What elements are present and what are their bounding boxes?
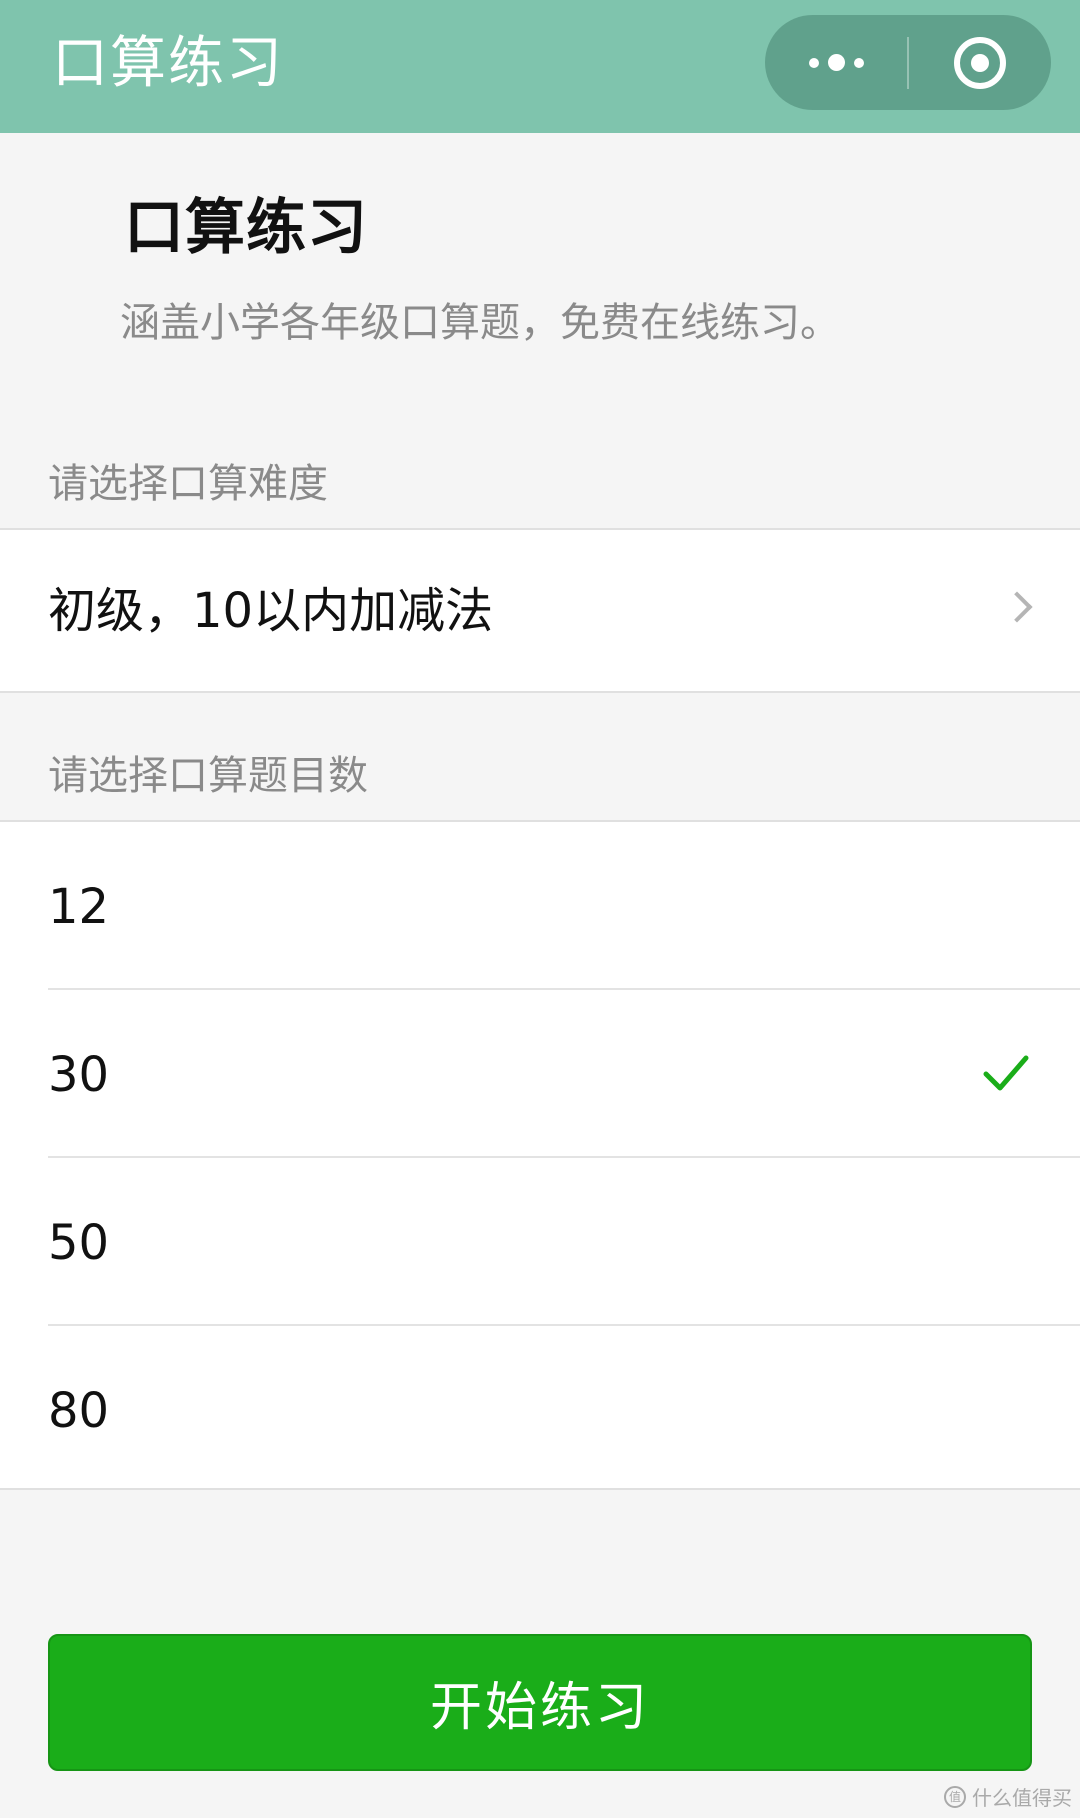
difficulty-value: 初级，10以内加减法 <box>48 583 494 639</box>
count-option-80[interactable]: 80 <box>0 1326 1080 1494</box>
page-title: 口算练习 <box>124 193 368 263</box>
count-option-50[interactable]: 50 <box>0 1158 1080 1326</box>
app-title: 口算练习 <box>52 31 284 96</box>
more-dot-right <box>853 57 864 68</box>
count-option-label: 50 <box>48 1215 110 1271</box>
more-dot-center <box>827 54 845 71</box>
page-description: 涵盖小学各年级口算题，免费在线练习。 <box>120 300 840 346</box>
count-option-label: 30 <box>48 1047 110 1103</box>
count-option-list: 12 30 50 80 <box>0 820 1080 1490</box>
watermark-logo-icon: 值 <box>944 1785 966 1808</box>
count-section-label: 请选择口算题目数 <box>48 753 368 799</box>
target-circle-center <box>971 53 989 72</box>
difficulty-section-label: 请选择口算难度 <box>48 461 328 507</box>
count-option-12[interactable]: 12 <box>0 822 1080 990</box>
start-practice-label: 开始练习 <box>429 1678 650 1738</box>
count-option-label: 80 <box>48 1383 110 1439</box>
more-dots-icon <box>808 57 819 68</box>
target-circle-icon <box>954 36 1006 89</box>
close-button[interactable] <box>909 15 1051 110</box>
start-practice-button[interactable]: 开始练习 <box>48 1634 1032 1771</box>
difficulty-picker[interactable]: 初级，10以内加减法 <box>0 528 1080 693</box>
count-option-label: 12 <box>48 879 110 935</box>
chevron-right-icon <box>1001 591 1033 623</box>
watermark: 值 什么值得买 <box>944 1782 1072 1811</box>
count-option-30[interactable]: 30 <box>0 990 1080 1158</box>
checkmark-icon <box>983 1055 1029 1091</box>
watermark-text: 什么值得买 <box>972 1786 1072 1810</box>
top-nav-bar: 口算练习 <box>0 0 1080 133</box>
menu-capsule <box>765 15 1051 110</box>
more-button[interactable] <box>765 15 907 110</box>
